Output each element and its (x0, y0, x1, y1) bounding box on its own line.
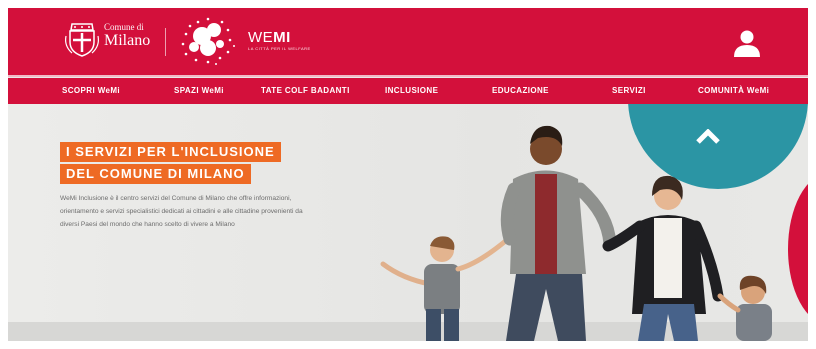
brand-name: WEMI (248, 30, 291, 45)
user-account-button[interactable] (730, 26, 764, 60)
main-nav: SCOPRI WeMi SPAZI WeMi TATE COLF BADANTI… (8, 78, 808, 104)
chevron-up-icon (696, 129, 720, 144)
user-icon (734, 30, 760, 57)
brand-name-part1: WE (248, 29, 274, 46)
municipality-line2: Milano (104, 32, 151, 49)
nav-item-comunita-wemi[interactable]: COMUNITÀ WeMi (698, 78, 769, 104)
hero-banner: I SERVIZI PER L'INCLUSIONE DEL COMUNE DI… (8, 104, 808, 341)
nav-item-inclusione[interactable]: INCLUSIONE (385, 78, 438, 104)
man-figure (500, 125, 617, 341)
brand-tagline: LA CITTÀ PER IL WELFARE (248, 46, 311, 51)
woman-figure (602, 175, 724, 341)
crest-icon (62, 18, 102, 58)
nav-item-tate-colf-badanti[interactable]: TATE COLF BADANTI (261, 78, 350, 104)
nav-item-educazione[interactable]: EDUCAZIONE (492, 78, 549, 104)
brand-name-part2: MI (273, 29, 291, 46)
nav-item-servizi[interactable]: SERVIZI (612, 78, 646, 104)
municipality-logo[interactable]: Comune di Milano (104, 23, 150, 49)
scroll-up-button[interactable] (693, 126, 723, 148)
header-divider (8, 75, 808, 77)
toddler-figure (717, 275, 772, 341)
wemi-logo-icon[interactable] (178, 14, 240, 68)
hero-headline-line2: DEL COMUNE DI MILANO (60, 164, 251, 184)
child-figure (380, 236, 511, 341)
logo-divider (165, 28, 166, 56)
hero-headline-line1: I SERVIZI PER L'INCLUSIONE (60, 142, 281, 162)
nav-item-spazi-wemi[interactable]: SPAZI WeMi (174, 78, 224, 104)
nav-item-scopri-wemi[interactable]: SCOPRI WeMi (62, 78, 120, 104)
hero-family-image (368, 104, 808, 341)
page: Comune di Milano WEMI LA CITTÀ PER IL WE… (8, 8, 808, 341)
header: Comune di Milano WEMI LA CITTÀ PER IL WE… (8, 8, 808, 77)
hero-description: WeMi Inclusione è il centro servizi del … (60, 195, 303, 228)
municipality-line1: Comune di (104, 22, 144, 32)
